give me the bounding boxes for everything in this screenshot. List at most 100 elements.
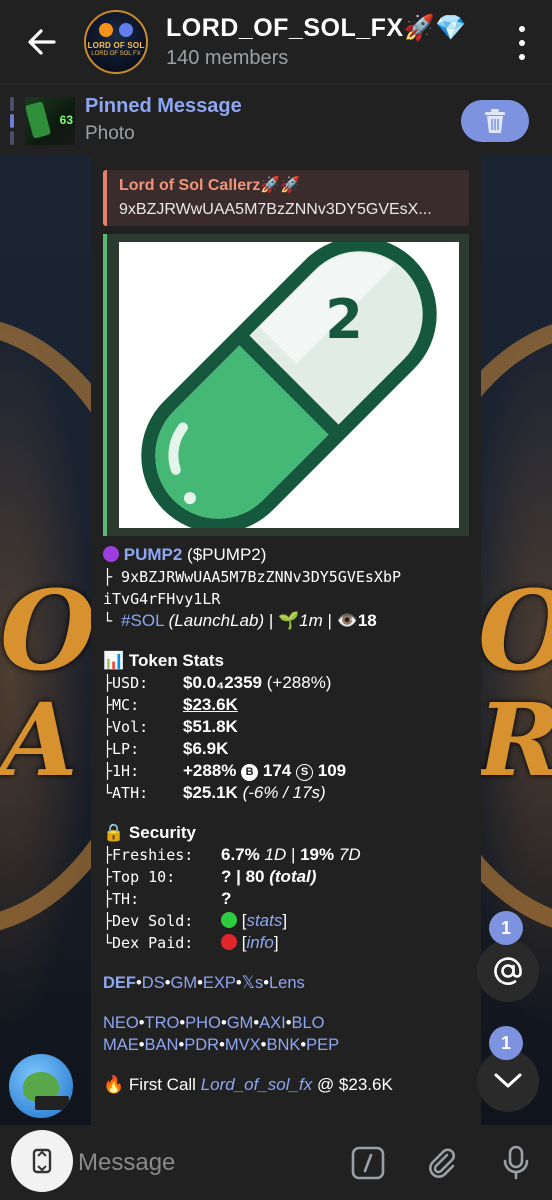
voice-record-button[interactable] — [498, 1145, 534, 1181]
dev-stats-link[interactable]: stats — [246, 911, 282, 930]
chevron-down-icon — [494, 1073, 522, 1088]
reply-preview[interactable]: Lord of Sol Callerz🚀🚀 9xBZJRWwUAA5M7BzZN… — [103, 170, 469, 226]
link-axi[interactable]: AXI — [259, 1014, 286, 1032]
member-count: 140 members — [166, 47, 289, 69]
lock-icon: 🔒 — [103, 823, 125, 842]
message-bubble[interactable]: Lord of Sol Callerz🚀🚀 9xBZJRWwUAA5M7BzZN… — [91, 156, 481, 1125]
link-pho[interactable]: PHO — [185, 1014, 221, 1032]
seedling-icon: 🌱 — [277, 611, 300, 630]
link-mae[interactable]: MAE — [103, 1036, 139, 1054]
more-menu-button[interactable] — [516, 26, 528, 60]
dev-sold-label: ├Dev Sold: — [103, 912, 194, 930]
link-gm[interactable]: GM — [170, 974, 197, 992]
chat-avatar[interactable]: LORD OF SOL LORD OF SOL FX — [84, 10, 148, 74]
link-exp[interactable]: EXP — [203, 974, 236, 992]
message-text: PUMP2 ($PUMP2) ├ 9xBZJRWwUAA5M7BzZNNv3DY… — [103, 544, 475, 1096]
pinned-subtitle: Photo — [85, 123, 135, 144]
first-call-prefix: First Call — [128, 1075, 201, 1094]
arrow-left-icon — [28, 29, 56, 55]
link-gm-2[interactable]: GM — [227, 1014, 254, 1032]
link-pdr[interactable]: PDR — [184, 1036, 219, 1054]
freshies-1d-period: 1D — [264, 845, 287, 864]
photo-attachment[interactable]: 2 — [103, 234, 469, 536]
security-heading: Security — [128, 823, 196, 842]
ath-extra: (-6% / 17s) — [242, 783, 326, 802]
links-row-1: DEF•DS•GM•EXP•𝕏s•Lens — [103, 974, 305, 992]
unread-badge: 1 — [489, 1026, 523, 1060]
ath-value: $25.1K — [183, 783, 238, 802]
purple-circle-icon — [103, 546, 119, 562]
link-pep[interactable]: PEP — [306, 1036, 339, 1054]
paperclip-icon — [429, 1148, 455, 1178]
message-input-bar — [0, 1125, 552, 1200]
link-xs[interactable]: 𝕏s — [242, 974, 264, 992]
link-def[interactable]: DEF — [103, 974, 136, 992]
top10-label: ├Top 10: — [103, 868, 176, 886]
links-row-2: NEO•TRO•PHO•GM•AXI•BLO — [103, 1014, 325, 1032]
chat-title: LORD_OF_SOL_FX🚀💎 — [166, 14, 467, 42]
link-ds[interactable]: DS — [142, 974, 165, 992]
pinned-title: Pinned Message — [85, 95, 242, 117]
h1-buys: 174 — [262, 761, 292, 780]
link-tro[interactable]: TRO — [145, 1014, 180, 1032]
sender-avatar[interactable] — [9, 1054, 73, 1118]
pill-number: 2 — [325, 288, 363, 351]
pinned-indicator — [10, 97, 14, 145]
top10-value: ? | 80 — [221, 867, 265, 886]
dex-info-link[interactable]: info — [246, 933, 273, 952]
menu-dot — [519, 54, 525, 60]
freshies-7d-period: 7D — [338, 845, 361, 864]
link-neo[interactable]: NEO — [103, 1014, 139, 1032]
first-call-user-link[interactable]: Lord_of_sol_fx — [201, 1075, 313, 1094]
bot-commands-button[interactable] — [350, 1145, 386, 1181]
top10-extra: (total) — [269, 867, 317, 886]
chat-header: LORD OF SOL LORD OF SOL FX LORD_OF_SOL_F… — [0, 0, 552, 84]
microphone-icon — [503, 1145, 529, 1180]
freshies-label: ├Freshies: — [103, 846, 194, 864]
token-name-link[interactable]: PUMP2 — [124, 545, 183, 564]
token-stats-heading: Token Stats — [128, 651, 224, 670]
link-mvx[interactable]: MVX — [225, 1036, 261, 1054]
back-button[interactable] — [0, 0, 84, 84]
token-address-1[interactable]: ├ 9xBZJRWwUAA5M7BzZNNv3DY5GVEsXbP — [103, 566, 475, 588]
vol-value: $51.8K — [183, 717, 238, 736]
token-address-2[interactable]: iTvG4rFHvy1LR — [103, 588, 475, 610]
message-input[interactable] — [78, 1143, 328, 1183]
green-circle-icon — [221, 912, 237, 928]
pinned-list-button[interactable] — [461, 100, 529, 142]
mention-button[interactable] — [477, 940, 539, 1002]
avatar-logo-subtext: LORD OF SOL FX — [91, 51, 141, 57]
freshies-7d-value: 19% — [300, 845, 335, 864]
h1-change: +288% — [183, 761, 237, 780]
sells-icon: S — [296, 764, 313, 781]
chain-hashtag[interactable]: #SOL — [121, 611, 164, 630]
h1-label: ├1H: — [103, 762, 140, 780]
usd-label: ├USD: — [103, 674, 149, 692]
chain-prefix: └ — [103, 612, 122, 630]
mc-label: ├MC: — [103, 696, 140, 714]
chart-icon: 📊 — [103, 651, 125, 670]
eye-icon: 👁️ — [336, 611, 358, 630]
menu-dot — [519, 26, 525, 32]
link-bnk[interactable]: BNK — [266, 1036, 300, 1054]
ath-label: └ATH: — [103, 784, 149, 802]
reply-text: 9xBZJRWwUAA5M7BzZNNv3DY5GVEsX... — [119, 201, 432, 218]
freshies-1d-value: 6.7% — [221, 845, 260, 864]
slash-command-icon — [351, 1146, 385, 1180]
usd-change: (+288%) — [262, 673, 332, 692]
link-ban[interactable]: BAN — [145, 1036, 179, 1054]
chat-title-block[interactable]: LORD_OF_SOL_FX🚀💎 140 members — [166, 14, 467, 70]
pinned-message-bar[interactable]: 63 Pinned Message Photo — [0, 84, 552, 156]
link-lens[interactable]: Lens — [269, 974, 305, 992]
vol-label: ├Vol: — [103, 718, 149, 736]
links-row-3: MAE•BAN•PDR•MVX•BNK•PEP — [103, 1036, 340, 1054]
attach-button[interactable] — [424, 1145, 460, 1181]
pinned-thumb-text: 63 — [59, 113, 73, 127]
pill-image[interactable]: 2 — [119, 237, 459, 533]
red-circle-icon — [221, 934, 237, 950]
emoji-keyboard-toggle-button[interactable] — [11, 1130, 73, 1192]
trash-icon — [485, 109, 505, 133]
view-count: 18 — [357, 611, 377, 630]
link-blo[interactable]: BLO — [291, 1014, 324, 1032]
mc-value-link[interactable]: $23.6K — [183, 695, 238, 714]
